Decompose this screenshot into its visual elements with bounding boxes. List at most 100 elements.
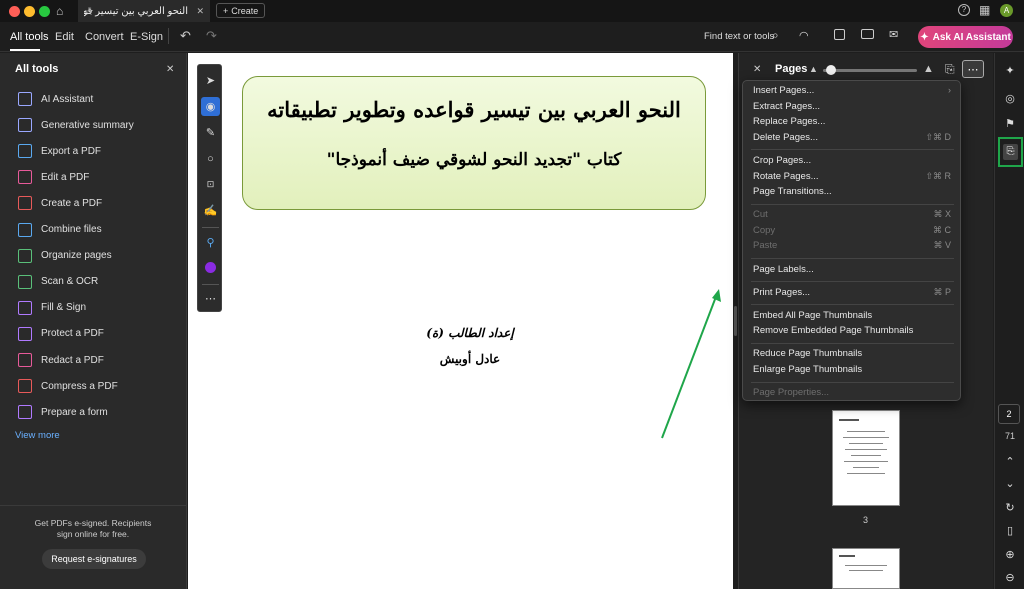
menu-item[interactable]: Replace Pages... [753, 116, 951, 127]
menu-separator [751, 258, 954, 259]
headphones-icon[interactable]: ◠ [799, 29, 809, 42]
menu-item[interactable]: Page Transitions... [753, 186, 951, 197]
menu-item[interactable]: Rotate Pages... ⇧⌘ R [753, 171, 951, 182]
find-text-label[interactable]: Find text or tools [704, 31, 774, 42]
menu-item[interactable]: Reduce Page Thumbnails [753, 348, 951, 359]
menu-item-label: Embed All Page Thumbnails [753, 309, 873, 321]
summary-icon [18, 118, 32, 133]
tool-item[interactable]: Scan & OCR [18, 274, 98, 290]
menu-item[interactable]: Delete Pages... ⇧⌘ D [753, 132, 951, 143]
pen-icon[interactable]: ✎ [201, 123, 220, 142]
zoom-out-icon[interactable]: ⊖ [1002, 569, 1018, 585]
document-tab[interactable]: ✕ النحو العربي بين تيسير قوا... ☆ [78, 0, 210, 22]
thumbnail-size-slider[interactable] [823, 69, 917, 72]
home-icon[interactable]: ⌂ [56, 4, 63, 18]
menu-item[interactable]: Remove Embedded Page Thumbnails [753, 325, 951, 336]
pages-icon: ⎘ [1003, 144, 1018, 160]
slider-thumb[interactable] [826, 65, 836, 75]
menu-item[interactable]: Embed All Page Thumbnails [753, 310, 951, 321]
vertical-toolbar: ➤ ◉ ✎ ○ ⊡ ✍ ⚲ ⋯ [197, 64, 222, 312]
bookmark-icon[interactable]: ⚑ [1002, 115, 1018, 131]
menu-item[interactable]: Print Pages... ⌘ P [753, 287, 951, 298]
create-button[interactable]: + Create [216, 3, 266, 18]
text-box-icon[interactable]: ⊡ [201, 175, 220, 194]
maximize-window-button[interactable] [39, 6, 50, 17]
menu-item[interactable]: Crop Pages... [753, 155, 951, 166]
select-cursor-icon[interactable]: ➤ [201, 71, 220, 90]
divider [202, 227, 219, 228]
menu-item: Paste ⌘ V [753, 240, 951, 251]
comment-icon[interactable]: ◉ [201, 97, 220, 116]
star-icon[interactable]: ☆ [84, 5, 94, 18]
lasso-icon[interactable]: ○ [201, 149, 220, 168]
redo-icon[interactable]: ↷ [206, 28, 217, 44]
close-pages-icon[interactable]: ✕ [753, 64, 761, 75]
more-options-button[interactable]: ⋯ [962, 60, 984, 78]
save-icon[interactable] [834, 29, 845, 40]
menu-item[interactable]: Enlarge Page Thumbnails [753, 364, 951, 375]
tool-item[interactable]: AI Assistant [18, 91, 93, 107]
previous-page-icon[interactable]: ⌃ [1002, 453, 1018, 469]
close-window-button[interactable] [9, 6, 20, 17]
menu-esign[interactable]: E-Sign [130, 31, 163, 43]
panel-resize-handle[interactable] [734, 306, 737, 336]
menu-all-tools[interactable]: All tools [10, 31, 49, 43]
comments-icon[interactable]: ◎ [1002, 90, 1018, 106]
tool-item[interactable]: Combine files [18, 222, 102, 238]
search-icon[interactable]: ⌕ [772, 28, 779, 43]
pages-panel-toggle[interactable]: ⎘ [998, 137, 1023, 167]
next-page-icon[interactable]: ⌄ [1002, 475, 1018, 491]
request-esignatures-button[interactable]: Request e-signatures [42, 549, 146, 569]
minimize-window-button[interactable] [24, 6, 35, 17]
tool-item[interactable]: Export a PDF [18, 143, 101, 159]
tool-item[interactable]: Organize pages [18, 248, 112, 264]
right-rail: ✦ ◎ ⚑ ⎘ 2 71 ⌃ ⌄ ↻ ▯ ⊕ ⊖ [994, 53, 1024, 589]
form-icon [18, 405, 32, 420]
small-mountain-icon: ▲ [809, 64, 818, 74]
stamp-icon[interactable]: ✍ [201, 201, 220, 220]
menu-separator [751, 381, 954, 383]
tool-item[interactable]: Prepare a form [18, 404, 108, 420]
author-name: عادل أوبيش [439, 352, 501, 366]
zoom-in-icon[interactable]: ⊕ [1002, 546, 1018, 562]
avatar[interactable]: A [1000, 4, 1013, 17]
tool-item[interactable]: Fill & Sign [18, 300, 86, 316]
ask-ai-assistant-button[interactable]: ✦ Ask AI Assistant [918, 26, 1013, 48]
color-picker[interactable] [201, 258, 220, 277]
print-icon[interactable] [861, 29, 874, 39]
page-thumbnail-3[interactable] [832, 410, 900, 506]
menu-convert[interactable]: Convert [85, 31, 124, 43]
help-icon[interactable]: ? [958, 4, 970, 16]
menu-item[interactable]: Page Labels... [753, 264, 951, 275]
menu-item-label: Paste [753, 240, 778, 252]
menu-separator [751, 342, 954, 344]
tool-item[interactable]: Protect a PDF [18, 326, 104, 342]
tool-item[interactable]: Edit a PDF [18, 169, 89, 185]
menu-item[interactable]: Insert Pages... › [753, 85, 951, 96]
view-more-link[interactable]: View more [15, 430, 60, 441]
current-page-input[interactable]: 2 [998, 404, 1020, 424]
pin-icon[interactable]: ⚲ [201, 233, 220, 252]
divider [0, 505, 186, 506]
apps-grid-icon[interactable]: ▦ [979, 3, 990, 17]
tool-item[interactable]: Redact a PDF [18, 352, 104, 368]
tool-item[interactable]: Compress a PDF [18, 378, 118, 394]
green-arrow-annotation [661, 289, 721, 439]
menu-item[interactable]: Extract Pages... [753, 101, 951, 112]
page-fit-icon[interactable]: ▯ [1002, 522, 1018, 538]
tab-close-icon[interactable]: ✕ [196, 6, 204, 17]
ai-panel-icon[interactable]: ✦ [1002, 62, 1018, 78]
menu-item-label: Page Properties... [753, 387, 830, 399]
prepared-by-label: إعداد الطالب (ة) [426, 326, 514, 340]
tool-item[interactable]: Generative summary [18, 117, 134, 133]
share-icon[interactable]: ✉ [889, 28, 898, 41]
rotate-icon[interactable]: ↻ [1002, 499, 1018, 515]
tool-item[interactable]: Create a PDF [18, 195, 102, 211]
menu-edit[interactable]: Edit [55, 31, 74, 43]
ai-sparkle-icon: ✦ [920, 31, 929, 43]
close-panel-icon[interactable]: ✕ [166, 64, 174, 75]
undo-icon[interactable]: ↶ [180, 28, 191, 44]
insert-page-icon[interactable]: ⎘ [945, 62, 955, 77]
more-tools-icon[interactable]: ⋯ [201, 289, 220, 308]
page-thumbnail-4[interactable] [832, 548, 900, 589]
